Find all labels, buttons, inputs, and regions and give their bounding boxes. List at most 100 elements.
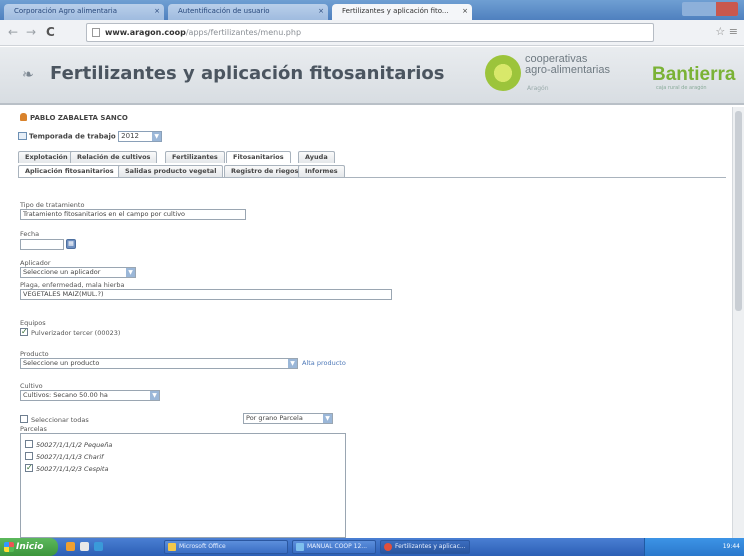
browser-tab[interactable]: Corporación Agro alimentaria × [4, 4, 164, 20]
product-label: Producto [20, 350, 49, 358]
select-all-checkbox[interactable] [20, 415, 28, 423]
chevron-down-icon: ▼ [150, 391, 159, 400]
applicator-select[interactable]: Seleccione un aplicador ▼ [20, 267, 136, 278]
sub-tabs: Aplicación fitosanitarios Salidas produc… [18, 165, 418, 177]
treatment-type-select[interactable]: Tratamiento fitosanitarios en el campo p… [20, 209, 246, 220]
reload-icon[interactable]: C [46, 25, 55, 39]
taskbar-item-label: Microsoft Office [179, 543, 226, 550]
start-label: Inicio [16, 542, 44, 552]
applicator-value: Seleccione un aplicador [23, 268, 101, 276]
browser-tab-bar: Corporación Agro alimentaria × Autentifi… [0, 0, 744, 20]
parcel-checkbox[interactable] [25, 463, 33, 472]
equipment-item: Pulverizador tercer (00023) [20, 327, 120, 337]
tab-ayuda[interactable]: Ayuda [298, 151, 335, 163]
equipment-label: Equipos [20, 319, 46, 327]
pest-input[interactable]: VEGETALES MAIZ(MUL.?) [20, 289, 392, 300]
treatment-type-label: Tipo de tratamiento [20, 201, 85, 209]
group-by-value: Por grano Parcela [246, 414, 303, 422]
chevron-down-icon: ▼ [152, 132, 162, 141]
select-all-row: Seleccionar todas [20, 415, 89, 424]
page-scrollbar[interactable] [732, 107, 744, 538]
date-input[interactable] [20, 239, 64, 250]
group-by-select[interactable]: Por grano Parcela ▼ [243, 413, 333, 424]
main-content: PABLO ZABALETA SANCO Temporada de trabaj… [0, 107, 744, 538]
chevron-down-icon: ▼ [126, 268, 135, 277]
logo-line-2: agro-alimentarias [525, 64, 610, 76]
pest-label: Plaga, enfermedad, mala hierba [20, 281, 125, 289]
taskbar-item-label: Fertilizantes y aplicac... [395, 543, 466, 550]
forward-arrow-icon[interactable]: → [26, 25, 36, 39]
new-product-link[interactable]: Alta producto [302, 359, 346, 367]
parcel-checkbox[interactable] [25, 452, 33, 460]
logo-subtitle: Aragón [527, 85, 549, 92]
quicklaunch-icon[interactable] [94, 542, 103, 551]
site-header: ❧ Fertilizantes y aplicación fitosanitar… [0, 47, 744, 105]
date-label: Fecha [20, 230, 40, 238]
browser-icon [384, 543, 392, 551]
start-button[interactable]: Inicio [0, 538, 58, 556]
os-taskbar: Inicio Microsoft Office MANUAL COOP 12..… [0, 538, 744, 556]
close-tab-icon[interactable]: × [154, 4, 160, 18]
list-item[interactable]: 50027/1/1/1/3 Charif [25, 452, 103, 461]
tab-registro-riegos[interactable]: Registro de riegos [224, 165, 306, 177]
address-bar[interactable]: www.aragon.coop/apps/fertilizantes/menu.… [86, 23, 654, 42]
tab-aplicacion-fitosanitarios[interactable]: Aplicación fitosanitarios [18, 165, 121, 177]
season-value: 2012 [121, 132, 139, 140]
season-row: Temporada de trabajo 2012 ▼ [18, 131, 163, 142]
parcel-label: 50027/1/1/2/3 Cespita [36, 465, 109, 473]
document-icon [296, 543, 304, 551]
quicklaunch-icon[interactable] [66, 542, 75, 551]
cooperativas-logo-icon [485, 55, 521, 91]
user-name: PABLO ZABALETA SANCO [30, 114, 128, 122]
list-item[interactable]: 50027/1/1/1/2 Pequeña [25, 440, 112, 449]
season-select[interactable]: 2012 ▼ [118, 131, 163, 142]
tab-salidas-producto-vegetal[interactable]: Salidas producto vegetal [118, 165, 224, 177]
browser-tab-label: Corporación Agro alimentaria [14, 7, 118, 15]
bantierra-logo: Bantierra [652, 64, 736, 85]
equipment-checkbox[interactable] [20, 327, 28, 336]
parcel-checkbox[interactable] [25, 440, 33, 448]
page-icon [92, 28, 100, 37]
tab-divider [18, 177, 726, 178]
browser-tab-active[interactable]: Fertilizantes y aplicación fito... × [332, 4, 472, 20]
back-arrow-icon[interactable]: ← [8, 25, 18, 39]
clock[interactable]: 19:44 [723, 543, 740, 550]
tab-fertilizantes[interactable]: Fertilizantes [165, 151, 225, 163]
crop-label: Cultivo [20, 382, 43, 390]
taskbar-item-active[interactable]: Fertilizantes y aplicac... [380, 540, 470, 554]
calendar-picker-icon[interactable]: ▦ [66, 239, 76, 249]
parcel-label: 50027/1/1/1/2 Pequeña [36, 441, 113, 449]
cooperativas-logo-text: cooperativas agro-alimentarias [525, 54, 610, 76]
user-icon [20, 113, 27, 121]
browser-tab[interactable]: Autentificación de usuario × [168, 4, 328, 20]
close-tab-icon[interactable]: × [318, 4, 324, 18]
taskbar-item[interactable]: MANUAL COOP 12... [292, 540, 376, 554]
browser-nav-bar: ← → C www.aragon.coop/apps/fertilizantes… [0, 20, 744, 46]
scrollbar-thumb[interactable] [735, 111, 742, 311]
windows-logo-icon [4, 542, 14, 552]
window-close-button[interactable] [716, 2, 738, 16]
list-item[interactable]: 50027/1/1/2/3 Cespita [25, 463, 109, 473]
parcels-list: 50027/1/1/1/2 Pequeña 50027/1/1/1/3 Char… [20, 433, 346, 538]
season-label: Temporada de trabajo [29, 132, 116, 141]
quicklaunch-icon[interactable] [80, 542, 89, 551]
browser-tab-label: Autentificación de usuario [178, 7, 270, 15]
tab-relacion-cultivos[interactable]: Relación de cultivos [70, 151, 158, 163]
chevron-down-icon: ▼ [288, 359, 297, 368]
system-tray: 19:44 [644, 538, 744, 556]
chevron-down-icon: ▼ [323, 414, 332, 423]
product-select[interactable]: Seleccione un producto ▼ [20, 358, 298, 369]
star-icon[interactable]: ☆ ≡ [715, 25, 738, 38]
tab-explotacion[interactable]: Explotación [18, 151, 75, 163]
taskbar-item-label: MANUAL COOP 12... [307, 543, 368, 550]
taskbar-item[interactable]: Microsoft Office [164, 540, 288, 554]
url-domain: www.aragon.coop [105, 28, 186, 37]
treatment-type-value: Tratamiento fitosanitarios en el campo p… [23, 210, 186, 218]
leaf-icon: ❧ [22, 67, 34, 83]
close-tab-icon[interactable]: × [462, 4, 468, 18]
crop-select[interactable]: Cultivos: Secano 50.00 ha ▼ [20, 390, 160, 401]
select-all-label: Seleccionar todas [31, 416, 89, 424]
tab-informes[interactable]: Informes [298, 165, 345, 177]
tab-fitosanitarios[interactable]: Fitosanitarios [226, 151, 291, 163]
window-controls [682, 2, 738, 16]
